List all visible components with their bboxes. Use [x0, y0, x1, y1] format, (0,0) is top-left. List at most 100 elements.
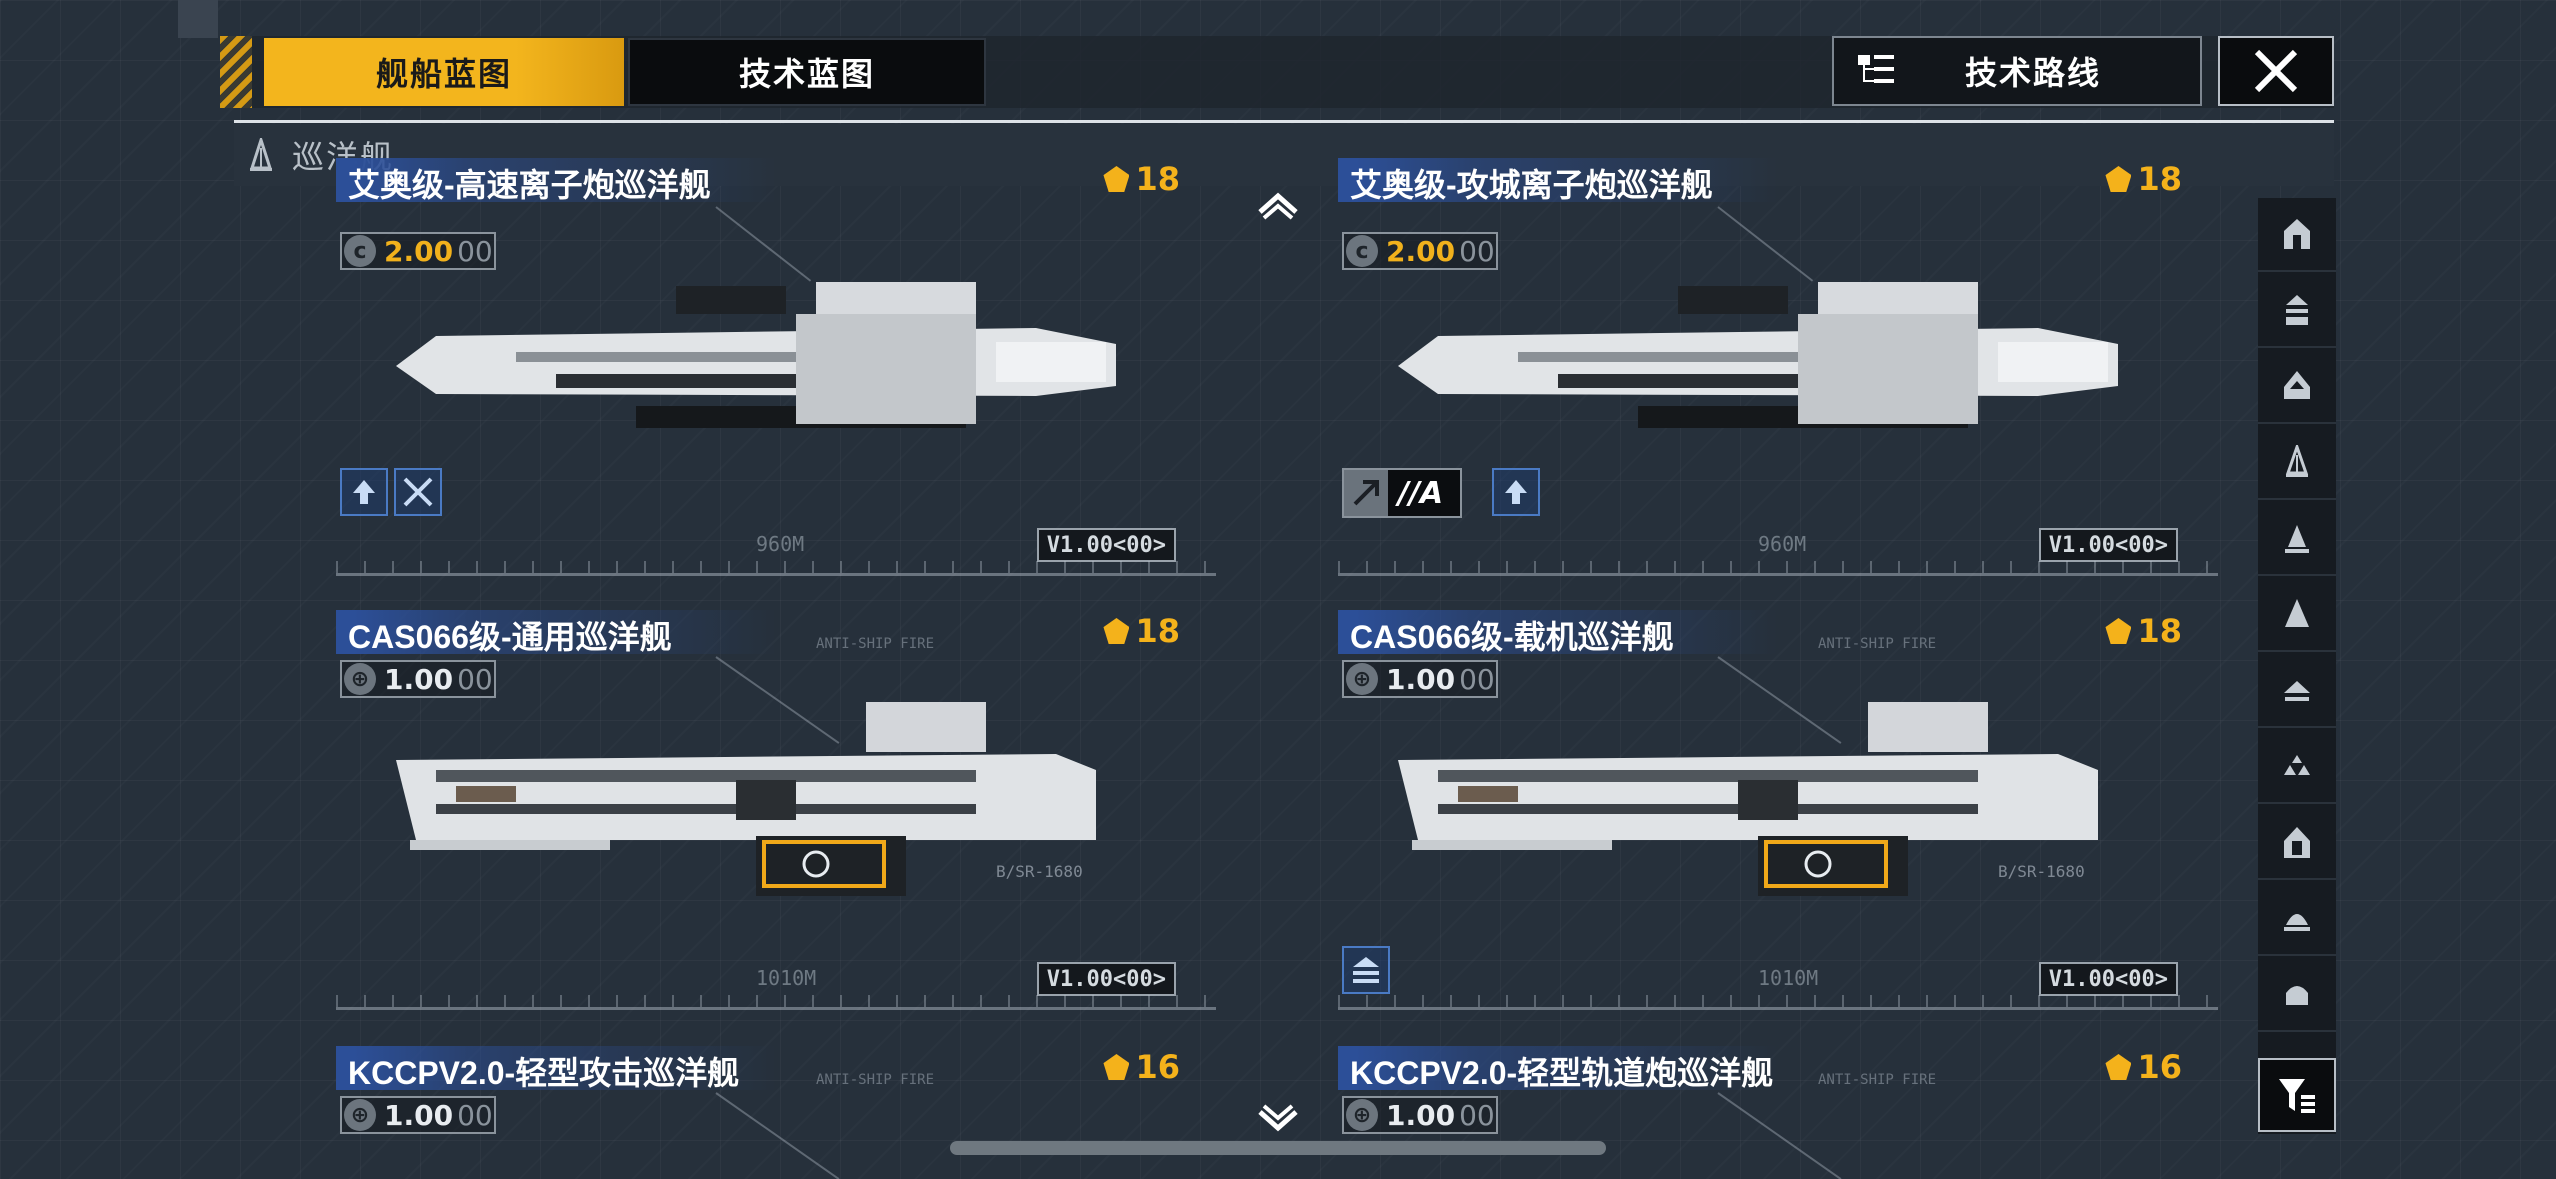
- ship-card[interactable]: 艾奥级-高速离子炮巡洋舰 18 c 2.00 00 960M V1.00<00>: [336, 158, 1216, 576]
- version-label: V1.00<00>: [2038, 528, 2178, 562]
- ruler-ticks: [1338, 995, 2218, 1007]
- corner-decoration: [178, 0, 218, 38]
- filter-icon: [2279, 1079, 2315, 1113]
- ruler-ticks: [336, 561, 1216, 573]
- rank-value: 18: [2137, 612, 2182, 650]
- rank-icon: [2105, 166, 2132, 192]
- rank-badge: 18: [1103, 612, 1180, 650]
- cost-icon: ⊕: [344, 1099, 376, 1131]
- ship-length: 960M: [756, 532, 805, 556]
- cost-icon: ⊕: [344, 663, 376, 695]
- ship-card[interactable]: KCCPV2.0-轻型攻击巡洋舰 ANTI-SHIP FIRE 16 ⊕ 1.0…: [336, 1046, 1216, 1179]
- feature-carrier[interactable]: [1342, 946, 1390, 994]
- rank-icon: [2105, 618, 2132, 644]
- class-6-icon: [2285, 599, 2309, 627]
- cost-icon: c: [1346, 235, 1378, 267]
- rank-icon: [2105, 1054, 2132, 1080]
- anti-label: ANTI-SHIP FIRE: [816, 1072, 935, 1088]
- rank-icon: [1103, 1054, 1130, 1080]
- cost-decimals: 00: [457, 1098, 493, 1132]
- ship-name: KCCPV2.0-轻型轨道炮巡洋舰: [1350, 1055, 1774, 1091]
- rank-value: 18: [1135, 612, 1180, 650]
- feature-up-arrow[interactable]: [1492, 468, 1540, 516]
- ship-name: KCCPV2.0-轻型攻击巡洋舰: [348, 1055, 740, 1091]
- tab-ship-blueprint[interactable]: 舰船蓝图: [264, 38, 624, 106]
- class-3-icon: [2284, 371, 2310, 399]
- class-7-icon: [2284, 681, 2310, 701]
- cost-decimals: 00: [1459, 1098, 1495, 1132]
- filter-class-4[interactable]: [2258, 426, 2336, 500]
- ship-length: 1010M: [756, 966, 817, 990]
- ship-image: [396, 282, 1116, 428]
- feature-up-arrow[interactable]: [340, 468, 388, 516]
- ship-class-filter-panel: [2258, 198, 2336, 1134]
- card-baseline: [336, 573, 1216, 576]
- bsr-label: B/SR-1680: [1998, 862, 2085, 881]
- close-button[interactable]: [2218, 36, 2334, 106]
- filter-class-6[interactable]: [2258, 578, 2336, 652]
- class-5-icon: [2285, 525, 2309, 553]
- filter-button[interactable]: [2258, 1058, 2336, 1132]
- ship-name: CAS066级-通用巡洋舰: [348, 619, 672, 655]
- ship-name: 艾奥级-攻城离子炮巡洋舰: [1350, 167, 1713, 203]
- scroll-down-icon[interactable]: [1256, 1104, 1300, 1134]
- rank-badge: 16: [2105, 1048, 2182, 1086]
- cost-value: 1.00: [1386, 1098, 1456, 1132]
- tab-tech-blueprint[interactable]: 技术蓝图: [628, 38, 986, 106]
- ability-badge-text: //A: [1398, 475, 1444, 511]
- ship-name: 艾奥级-高速离子炮巡洋舰: [348, 167, 711, 203]
- rank-badge: 18: [2105, 612, 2182, 650]
- filter-class-10[interactable]: [2258, 882, 2336, 956]
- version-label: V1.00<00>: [1036, 962, 1176, 996]
- up-arrow-icon: [353, 480, 375, 504]
- carrier-icon: [1353, 957, 1379, 983]
- cost-icon: ⊕: [1346, 663, 1378, 695]
- siege-icon: [1344, 470, 1388, 516]
- rank-value: 18: [2137, 160, 2182, 198]
- cost-box: ⊕ 1.00 00: [340, 1096, 496, 1134]
- ship-length: 1010M: [1758, 966, 1819, 990]
- rank-badge: 16: [1103, 1048, 1180, 1086]
- class-2-icon: [2286, 295, 2308, 325]
- ship-card[interactable]: KCCPV2.0-轻型轨道炮巡洋舰 ANTI-SHIP FIRE 16 ⊕ 1.…: [1338, 1046, 2218, 1179]
- scroll-up-icon[interactable]: [1256, 190, 1300, 220]
- filter-class-3[interactable]: [2258, 350, 2336, 424]
- class-10-icon: [2284, 914, 2310, 931]
- tech-route-label: 技术路线: [1964, 54, 2101, 92]
- ship-card[interactable]: CAS066级-载机巡洋舰 ANTI-SHIP FIRE 18 ⊕ 1.00 0…: [1338, 610, 2218, 1010]
- leader-line: [715, 1092, 840, 1179]
- class-8-icon: [2284, 755, 2310, 775]
- filter-class-9[interactable]: [2258, 806, 2336, 880]
- feature-crossed-swords[interactable]: [394, 468, 442, 516]
- tab-ship-label: 舰船蓝图: [375, 55, 512, 93]
- leader-line: [1717, 1092, 1842, 1179]
- filter-class-2[interactable]: [2258, 274, 2336, 348]
- rank-value: 18: [1135, 160, 1180, 198]
- tab-tech-label: 技术蓝图: [738, 55, 875, 93]
- tree-icon: [1856, 51, 1896, 91]
- cruiser-icon: [249, 138, 273, 171]
- filter-class-7[interactable]: [2258, 654, 2336, 728]
- category-divider: [234, 120, 2334, 123]
- ship-image: [1398, 282, 2118, 428]
- rank-value: 16: [1135, 1048, 1180, 1086]
- rank-badge: 18: [2105, 160, 2182, 198]
- ship-card[interactable]: 艾奥级-攻城离子炮巡洋舰 18 c 2.00 00 //A 960M V1.00…: [1338, 158, 2218, 576]
- cost-icon: c: [344, 235, 376, 267]
- card-baseline: [1338, 1007, 2218, 1010]
- anti-label: ANTI-SHIP FIRE: [816, 636, 935, 652]
- ruler-ticks: [336, 995, 1216, 1007]
- filter-class-11[interactable]: [2258, 958, 2336, 1032]
- ability-badge[interactable]: //A: [1342, 468, 1462, 518]
- ship-card[interactable]: CAS066级-通用巡洋舰 ANTI-SHIP FIRE 18 ⊕ 1.00 0…: [336, 610, 1216, 1010]
- home-indicator[interactable]: [950, 1141, 1606, 1155]
- filter-class-5[interactable]: [2258, 502, 2336, 576]
- cruiser-icon: [2285, 445, 2309, 477]
- crossed-swords-icon: [403, 477, 433, 507]
- filter-class-1[interactable]: [2258, 198, 2336, 272]
- filter-class-8[interactable]: [2258, 730, 2336, 804]
- rank-badge: 18: [1103, 160, 1180, 198]
- tech-route-button[interactable]: 技术路线: [1832, 36, 2202, 106]
- cost-value: 1.00: [384, 1098, 454, 1132]
- ship-length: 960M: [1758, 532, 1807, 556]
